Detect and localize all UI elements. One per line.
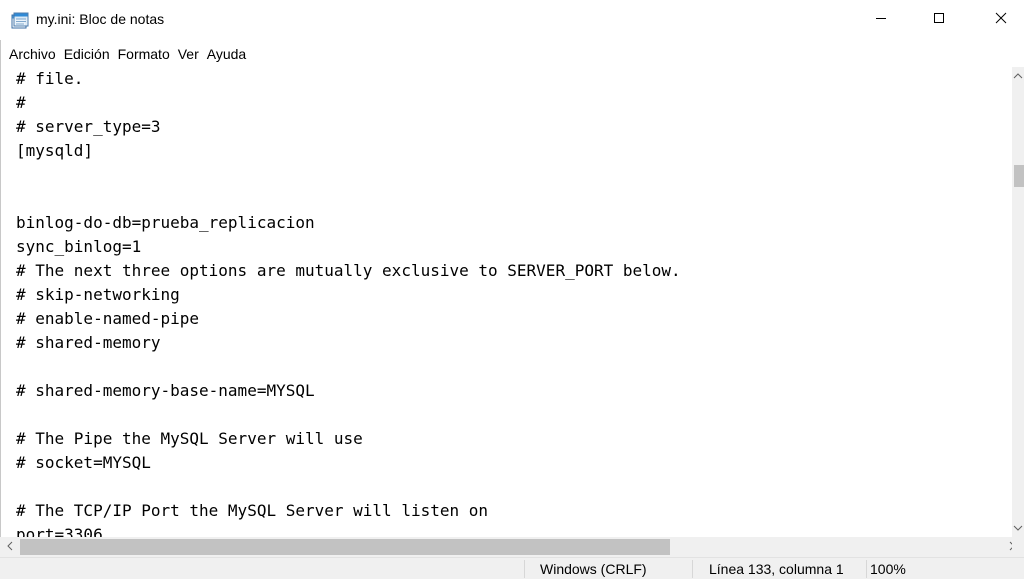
status-separator xyxy=(866,560,867,578)
vertical-scrollbar[interactable] xyxy=(1012,67,1024,537)
vertical-scroll-thumb[interactable] xyxy=(1014,165,1024,187)
window-title: my.ini: Bloc de notas xyxy=(36,11,165,27)
text-line: # shared-memory xyxy=(16,333,161,352)
text-line: # enable-named-pipe xyxy=(16,309,200,328)
scroll-down-button[interactable] xyxy=(1012,521,1024,535)
text-editor[interactable]: # file. # # server_type=3 [mysqld] binlo… xyxy=(8,67,1012,537)
scroll-up-button[interactable] xyxy=(1012,69,1024,83)
notepad-icon xyxy=(11,12,29,29)
status-separator xyxy=(692,560,693,578)
text-line: # shared-memory-base-name=MYSQL xyxy=(16,381,315,400)
text-line: # The Pipe the MySQL Server will use xyxy=(16,429,363,448)
menu-edicion[interactable]: Edición xyxy=(61,46,113,62)
status-separator xyxy=(524,560,525,578)
horizontal-scrollbar[interactable] xyxy=(0,537,1015,557)
text-line: [mysqld] xyxy=(16,141,94,160)
menu-bar: Archivo Edición Formato Ver Ayuda xyxy=(0,42,1024,66)
text-line: # xyxy=(16,93,26,112)
chevron-up-icon xyxy=(1013,67,1023,85)
text-line: # server_type=3 xyxy=(16,117,161,136)
text-line: sync_binlog=1 xyxy=(16,237,142,256)
text-line: # The TCP/IP Port the MySQL Server will … xyxy=(16,501,489,520)
chevron-down-icon xyxy=(1013,519,1023,537)
maximize-icon xyxy=(933,11,945,29)
scrollbar-corner xyxy=(1012,537,1024,557)
window-border xyxy=(0,0,1,579)
minimize-icon xyxy=(875,11,887,29)
text-line: # file. xyxy=(16,69,84,88)
text-line: # skip-networking xyxy=(16,285,180,304)
status-bar: Windows (CRLF) Línea 133, columna 1 100% xyxy=(0,557,1024,579)
menu-formato[interactable]: Formato xyxy=(115,46,173,62)
maximize-button[interactable] xyxy=(916,0,962,40)
menu-ver[interactable]: Ver xyxy=(175,46,202,62)
minimize-button[interactable] xyxy=(858,0,904,40)
scroll-left-button[interactable] xyxy=(2,537,18,557)
status-line-ending: Windows (CRLF) xyxy=(540,561,647,577)
text-line: binlog-do-db=prueba_replicacion xyxy=(16,213,315,232)
text-line: # socket=MYSQL xyxy=(16,453,151,472)
horizontal-scroll-thumb[interactable] xyxy=(20,539,670,555)
menu-archivo[interactable]: Archivo xyxy=(6,46,59,62)
title-bar[interactable]: my.ini: Bloc de notas xyxy=(0,0,1024,40)
status-zoom: 100% xyxy=(870,561,906,577)
chevron-left-icon xyxy=(6,538,14,556)
menu-ayuda[interactable]: Ayuda xyxy=(204,46,249,62)
notepad-window: my.ini: Bloc de notas Archivo Edición Fo… xyxy=(0,0,1024,579)
text-line: port=3306 xyxy=(16,525,103,537)
close-button[interactable] xyxy=(978,0,1024,40)
close-icon xyxy=(995,11,1007,29)
text-line: # The next three options are mutually ex… xyxy=(16,261,681,280)
status-cursor-position: Línea 133, columna 1 xyxy=(709,561,844,577)
